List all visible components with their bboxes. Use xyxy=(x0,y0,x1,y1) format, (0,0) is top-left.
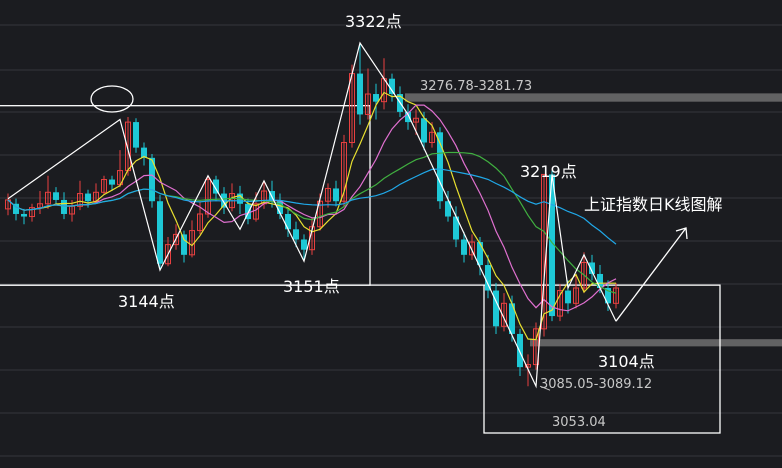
candle-body xyxy=(517,333,523,368)
candle-body xyxy=(301,239,307,250)
candle-body xyxy=(21,213,27,217)
candle-body xyxy=(565,290,571,304)
label-3219: 3219点 xyxy=(520,162,577,181)
candle-body xyxy=(61,199,67,214)
chart-title: 上证指数日K线图解 xyxy=(584,195,723,214)
candle-body xyxy=(285,213,291,230)
candle-body xyxy=(373,94,379,102)
chart-root: 3322点 3144点 3151点 3219点 3104点 上证指数日K线图解 … xyxy=(0,0,782,463)
candle-body xyxy=(181,234,187,255)
label-3144: 3144点 xyxy=(118,292,175,311)
ma5-line xyxy=(7,91,616,341)
level-bands xyxy=(405,93,782,347)
candle-body xyxy=(357,73,363,115)
label-3151: 3151点 xyxy=(283,277,340,296)
candle-body xyxy=(85,193,91,202)
projection-arrow-line xyxy=(615,227,687,322)
candle-body xyxy=(485,265,491,291)
candle-body xyxy=(293,229,299,240)
support-band xyxy=(530,339,782,347)
resistance-band xyxy=(405,93,782,102)
label-3104: 3104点 xyxy=(598,352,655,371)
candle-body xyxy=(421,118,427,143)
candle-body xyxy=(133,122,139,148)
candle-body xyxy=(53,192,59,200)
candle-body xyxy=(109,179,115,185)
band-lower-label: 3085.05-3089.12 xyxy=(540,377,652,392)
low-3053-label: 3053.04 xyxy=(552,415,606,430)
moving-averages xyxy=(7,91,617,341)
kline-chart: 3322点 3144点 3151点 3219点 3104点 上证指数日K线图解 … xyxy=(0,12,782,457)
candle-body xyxy=(461,239,467,255)
candle-body xyxy=(389,78,395,95)
candle-body xyxy=(157,201,163,264)
band-upper-label: 3276.78-3281.73 xyxy=(420,79,532,94)
candle-body xyxy=(333,188,339,202)
highlight-ellipse xyxy=(90,85,134,113)
label-3322: 3322点 xyxy=(345,12,402,31)
